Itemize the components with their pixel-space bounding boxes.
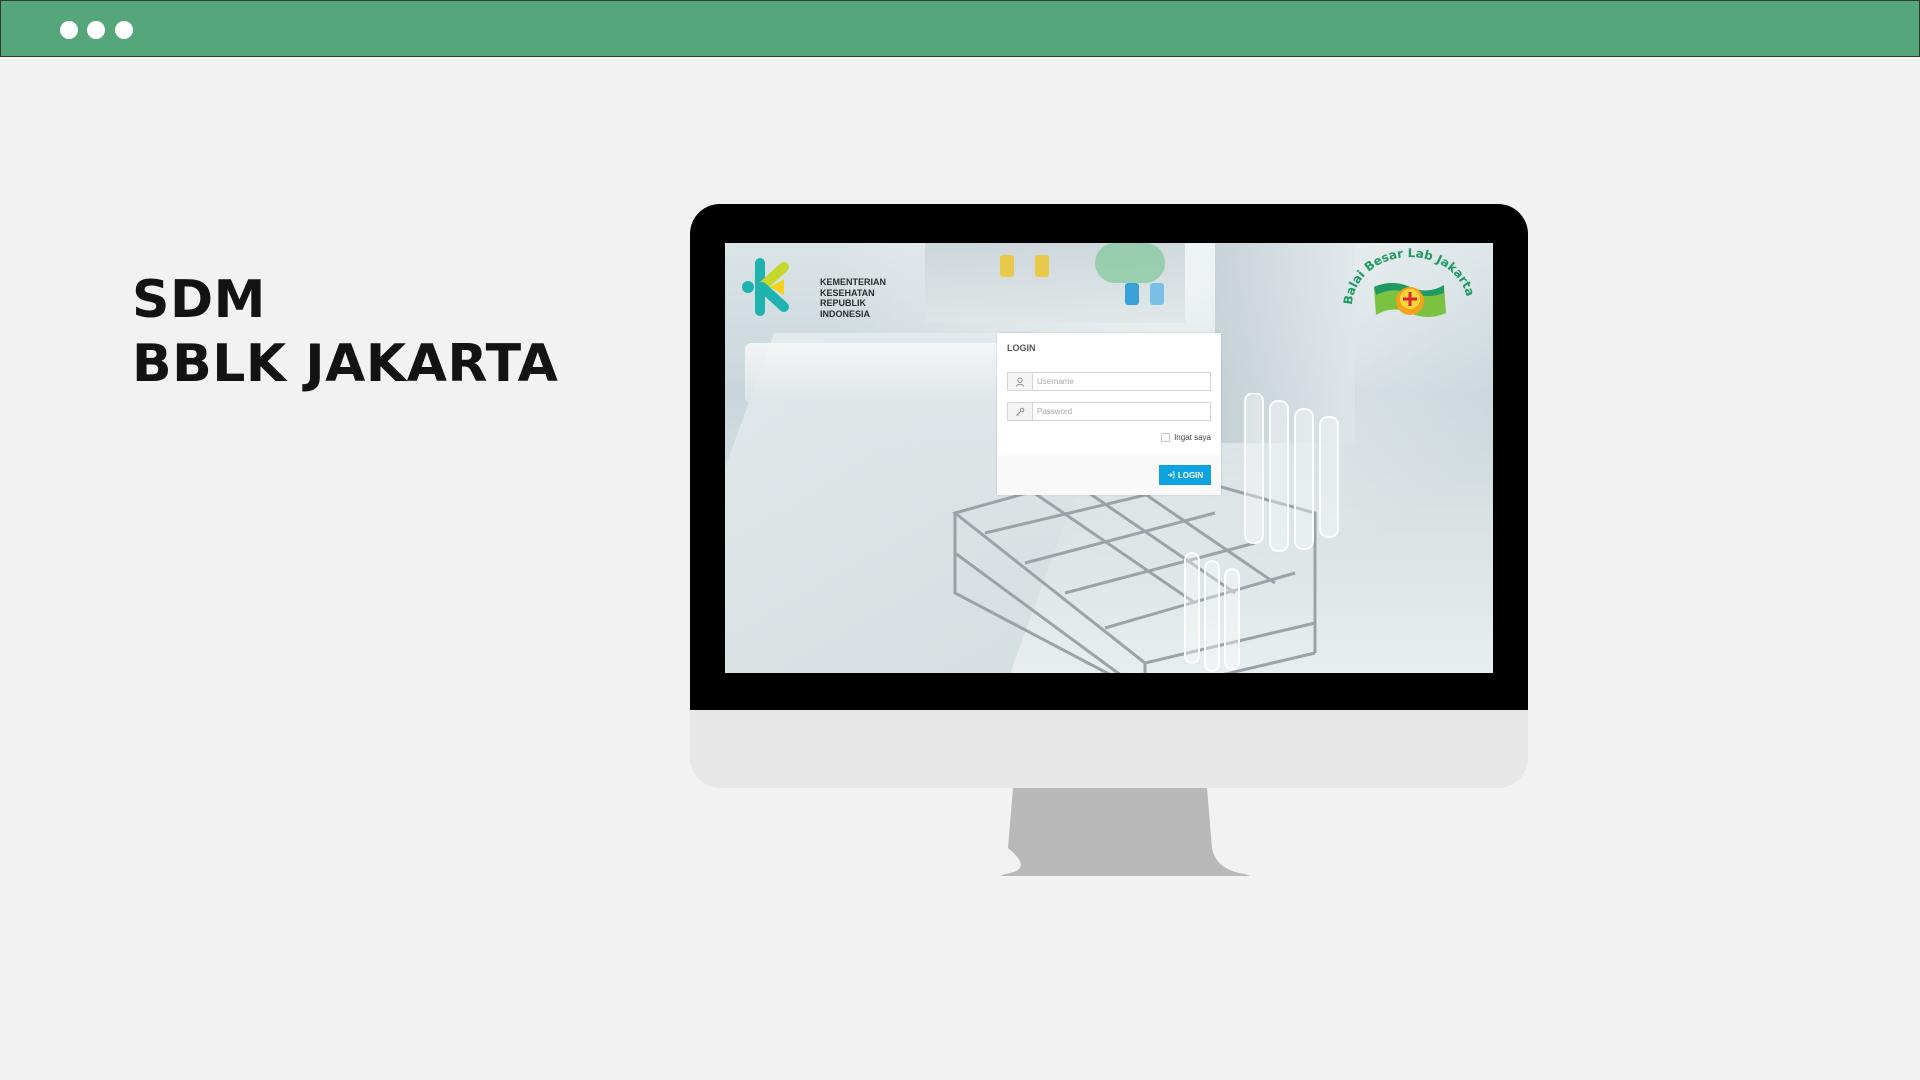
kemenkes-line-2: KESEHATAN bbox=[820, 287, 875, 298]
remember-checkbox[interactable] bbox=[1161, 433, 1171, 442]
kemenkes-line-1: KEMENTERIAN bbox=[820, 277, 887, 287]
username-input[interactable] bbox=[1037, 374, 1207, 388]
login-card: LOGIN Ingat saya LOGIN bbox=[997, 333, 1221, 495]
remember-label: Ingat saya bbox=[1174, 433, 1211, 442]
password-field[interactable] bbox=[1007, 402, 1211, 421]
monitor-chin bbox=[690, 710, 1528, 788]
password-input[interactable] bbox=[1037, 404, 1207, 418]
username-field[interactable] bbox=[1007, 372, 1211, 391]
monitor-screen: KEMENTERIAN KESEHATAN REPUBLIK INDONESIA… bbox=[725, 243, 1493, 673]
window-control-dot[interactable] bbox=[115, 21, 133, 39]
kemenkes-text: KEMENTERIAN KESEHATAN REPUBLIK INDONESIA bbox=[820, 277, 886, 319]
user-icon bbox=[1008, 373, 1033, 390]
bottle-image bbox=[1150, 283, 1164, 305]
page-title: SDM BBLK JAKARTA bbox=[132, 268, 558, 396]
bottle-image bbox=[1095, 243, 1165, 283]
remember-me[interactable]: Ingat saya bbox=[1161, 433, 1211, 442]
monitor-stand bbox=[1000, 788, 1250, 876]
bottle-image bbox=[1125, 283, 1139, 305]
title-line-2: BBLK JAKARTA bbox=[132, 334, 559, 394]
kemenkes-emblem-icon bbox=[742, 258, 789, 316]
login-button-label: LOGIN bbox=[1177, 470, 1204, 480]
window-control-dot[interactable] bbox=[87, 21, 105, 39]
kemenkes-logo: KEMENTERIAN KESEHATAN REPUBLIK INDONESIA bbox=[740, 255, 886, 319]
login-button[interactable]: LOGIN bbox=[1159, 465, 1211, 485]
key-icon bbox=[1008, 403, 1033, 420]
login-title: LOGIN bbox=[1007, 343, 1036, 353]
browser-top-bar bbox=[0, 0, 1920, 57]
bottle-image bbox=[1035, 255, 1049, 277]
sign-in-icon bbox=[1167, 471, 1175, 479]
login-card-footer: LOGIN bbox=[997, 455, 1221, 495]
kemenkes-line-3: REPUBLIK bbox=[820, 298, 867, 308]
title-line-1: SDM bbox=[132, 270, 266, 330]
bottle-image bbox=[1000, 255, 1014, 277]
bblk-jakarta-logo: Balai Besar Lab Jakarta bbox=[1341, 247, 1477, 317]
window-control-dot[interactable] bbox=[60, 21, 78, 39]
kemenkes-line-4: INDONESIA bbox=[820, 308, 871, 319]
